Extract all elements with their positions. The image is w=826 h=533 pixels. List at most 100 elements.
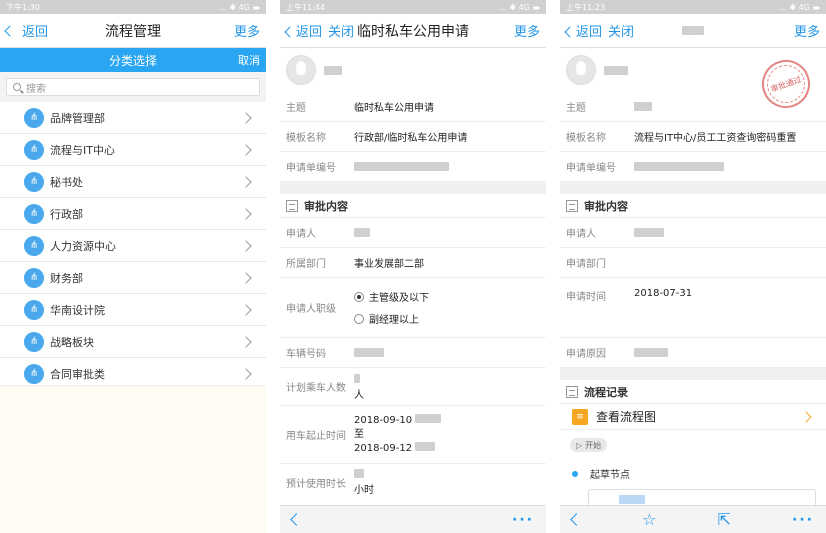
field-row: 申请部门 <box>560 248 826 278</box>
section-gap <box>280 182 546 194</box>
category-item[interactable]: ⋔ 行政部 <box>0 198 266 230</box>
redacted-value <box>415 413 442 423</box>
category-select-title: 分类选择 <box>108 53 157 68</box>
field-value: 流程与IT中心/员工工资查询密码重置 <box>634 133 797 144</box>
approved-request-screen: 上午11:23 ... ✱ 4G ▬ 返回 关闭 更多 审批通过 主题 模板名称… <box>560 0 826 533</box>
status-time: 下午1:30 <box>6 2 40 12</box>
category-label: 人力资源中心 <box>50 239 116 253</box>
request-detail-screen: 上午11:44 ... ✱ 4G ▬ 返回 关闭 临时私车公用申请 更多 主题 临… <box>280 0 546 533</box>
search-input[interactable]: 搜索 <box>6 78 260 96</box>
category-item[interactable]: ⋔ 秘书处 <box>0 166 266 198</box>
redacted-value <box>634 162 724 171</box>
field-label: 申请单编号 <box>286 163 336 174</box>
radio-unchecked-icon <box>354 313 364 324</box>
field-row: 申请单编号 <box>280 152 546 182</box>
category-label: 秘书处 <box>50 175 83 189</box>
chevron-right-icon <box>240 239 252 252</box>
more-dots-icon[interactable]: ··· <box>512 512 534 528</box>
field-row: 模板名称 行政部/临时私车公用申请 <box>280 122 546 152</box>
section-title: 审批内容 <box>584 199 628 213</box>
more-button[interactable]: 更多 <box>190 21 260 40</box>
status-bar: 下午1:30 ... ✱ 4G ▬ <box>0 0 266 14</box>
level-radio-group: 主管级及以下 副经理以上 <box>354 286 429 330</box>
org-chart-icon: ⋔ <box>24 139 44 160</box>
more-dots-icon[interactable]: ··· <box>792 512 814 528</box>
field-value: 事业发展部二部 <box>354 259 424 270</box>
back-arrow-icon[interactable] <box>290 513 303 526</box>
share-icon[interactable]: ⇱ <box>718 510 731 529</box>
category-item[interactable]: ⋔ 人力资源中心 <box>0 230 266 262</box>
more-button[interactable]: 更多 <box>470 21 540 40</box>
field-label: 所属部门 <box>286 259 326 270</box>
radio-option[interactable]: 主管级及以下 <box>354 286 429 308</box>
back-arrow-icon[interactable] <box>570 513 583 526</box>
field-row: 申请人职级 主管级及以下 副经理以上 <box>280 278 546 338</box>
field-label: 申请人 <box>286 229 316 240</box>
field-label: 预计使用时长 <box>286 478 346 490</box>
category-item[interactable]: ⋔ 战略板块 <box>0 326 266 358</box>
radio-option[interactable]: 副经理以上 <box>354 308 429 330</box>
category-item[interactable]: ⋔ 财务部 <box>0 262 266 294</box>
close-button[interactable]: 关闭 <box>608 21 634 40</box>
close-button[interactable]: 关闭 <box>328 21 354 40</box>
category-label: 合同审批类 <box>50 367 105 381</box>
section-gap <box>560 182 826 194</box>
back-button[interactable]: 返回 <box>564 21 602 40</box>
period-start: 2018-09-10 <box>354 414 413 426</box>
bottom-toolbar: ☆ ⇱ ··· <box>560 505 826 533</box>
chevron-right-icon <box>240 111 252 124</box>
field-label: 申请时间 <box>566 292 606 303</box>
category-select-bar: 分类选择 取消 <box>0 48 266 72</box>
avatar <box>286 55 316 85</box>
redacted-value <box>354 348 384 357</box>
category-label: 财务部 <box>50 271 83 285</box>
radio-label: 主管级及以下 <box>369 293 429 304</box>
field-row: 主题 临时私车公用申请 <box>280 92 546 122</box>
star-icon[interactable]: ☆ <box>642 510 656 529</box>
field-row: 申请时间 2018-07-31 <box>560 278 826 338</box>
chevron-right-icon <box>240 175 252 188</box>
chevron-right-icon <box>240 367 252 380</box>
view-flowchart-link[interactable]: ≡ 查看流程图 <box>560 404 826 430</box>
section-header: 审批内容 <box>560 194 826 218</box>
field-label: 申请单编号 <box>566 163 616 174</box>
field-label: 申请部门 <box>566 259 606 270</box>
field-label: 主题 <box>566 103 586 114</box>
cancel-button[interactable]: 取消 <box>238 52 260 68</box>
document-icon <box>286 199 298 212</box>
category-item[interactable]: ⋔ 华南设计院 <box>0 294 266 326</box>
back-button[interactable]: 返回 <box>4 21 76 40</box>
category-label: 华南设计院 <box>50 303 105 317</box>
start-badge: ▷ 开始 <box>570 438 608 452</box>
section-header: 审批内容 <box>280 194 546 218</box>
radio-checked-icon <box>354 291 364 302</box>
section-title: 流程记录 <box>584 385 628 399</box>
org-chart-icon: ⋔ <box>24 331 44 352</box>
field-unit: 小时 <box>354 485 374 496</box>
category-item[interactable]: ⋔ 品牌管理部 <box>0 102 266 134</box>
field-row: 预计使用时长 小时 <box>280 464 546 500</box>
more-button[interactable]: 更多 <box>750 21 820 40</box>
org-chart-icon: ⋔ <box>24 107 44 128</box>
redacted-value <box>354 373 360 383</box>
redacted-name <box>604 65 628 75</box>
chevron-right-icon <box>240 335 252 348</box>
field-row: 申请原因 <box>560 338 826 368</box>
play-icon: ▷ <box>576 440 583 450</box>
page-title: 临时私车公用申请 <box>357 23 469 40</box>
field-label: 模板名称 <box>286 133 326 144</box>
status-indicators: ... ✱ 4G ▬ <box>219 2 260 12</box>
field-label: 申请原因 <box>566 349 606 360</box>
org-chart-icon: ⋔ <box>24 203 44 224</box>
document-icon <box>566 385 578 398</box>
redacted-value <box>619 494 645 504</box>
field-row: 申请人 <box>560 218 826 248</box>
category-item[interactable]: ⋔ 流程与IT中心 <box>0 134 266 166</box>
field-label: 用车起止时间 <box>286 431 346 442</box>
org-chart-icon: ⋔ <box>24 267 44 288</box>
back-label: 返回 <box>22 25 49 40</box>
back-button[interactable]: 返回 <box>284 21 322 40</box>
node-label: 起草节点 <box>590 470 630 481</box>
org-chart-icon: ⋔ <box>24 235 44 256</box>
nav-bar: 返回 关闭 临时私车公用申请 更多 <box>280 14 546 48</box>
